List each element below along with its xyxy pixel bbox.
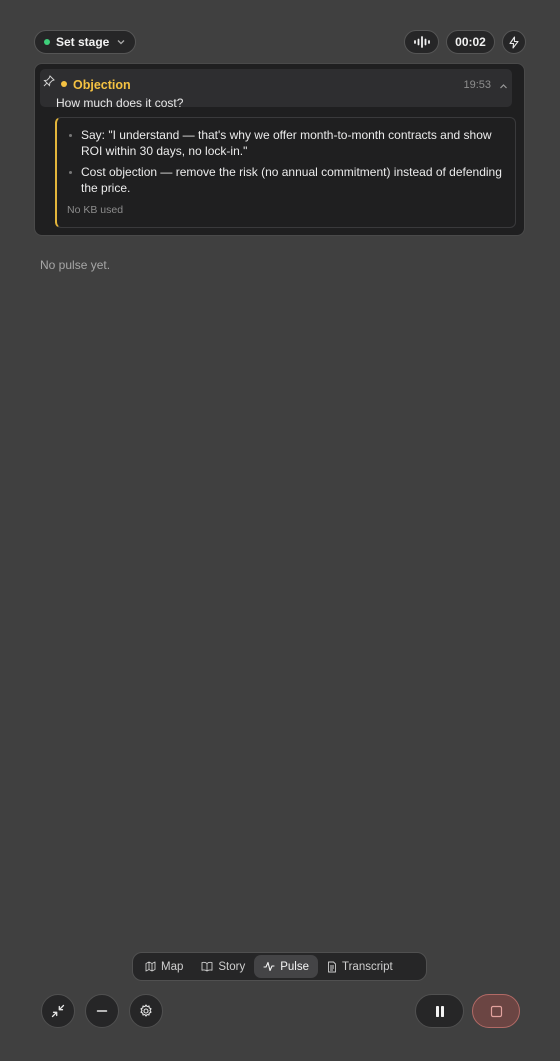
- suggested-response: Say: "I understand — that's why we offer…: [55, 117, 516, 228]
- pulse-icon: [263, 961, 275, 972]
- kb-note: No KB used: [67, 204, 124, 216]
- map-icon: [145, 961, 156, 972]
- pulse-empty-state: No pulse yet.: [40, 258, 111, 272]
- minimize-arrows-icon: [51, 1004, 65, 1018]
- tab-story[interactable]: Story: [192, 955, 254, 978]
- response-bullets: Say: "I understand — that's why we offer…: [57, 127, 509, 201]
- bolt-icon: [509, 35, 519, 49]
- objection-card-header[interactable]: Objection 19:53 How much does it cost?: [40, 69, 512, 110]
- objection-question: How much does it cost?: [56, 96, 184, 110]
- chevron-up-icon[interactable]: [499, 77, 508, 95]
- settings-button[interactable]: [129, 994, 163, 1028]
- objection-dot: [61, 81, 67, 87]
- gear-icon: [140, 1004, 152, 1017]
- chevron-down-icon: [117, 37, 125, 47]
- minus-icon: [96, 1010, 108, 1012]
- tab-story-label: Story: [218, 960, 246, 973]
- call-timer: 00:02: [446, 30, 495, 54]
- tab-pulse[interactable]: Pulse: [254, 955, 318, 978]
- view-tabs: Map Story Pulse Transcript: [132, 952, 427, 981]
- collapse-button[interactable]: [41, 994, 75, 1028]
- tab-transcript-label: Transcript: [342, 960, 393, 973]
- top-bar: Set stage 00:02: [34, 30, 526, 54]
- response-bullet: Say: "I understand — that's why we offer…: [57, 127, 509, 159]
- waveform-icon: [413, 36, 430, 48]
- objection-card: Objection 19:53 How much does it cost? S…: [34, 63, 525, 236]
- book-icon: [201, 961, 213, 972]
- pin-icon[interactable]: [43, 74, 55, 92]
- tab-pulse-label: Pulse: [280, 960, 309, 973]
- top-right-tools: 00:02: [404, 30, 526, 54]
- quick-action-button[interactable]: [502, 30, 526, 54]
- status-dot: [44, 39, 50, 45]
- objection-title: Objection: [73, 78, 131, 92]
- pause-button[interactable]: [415, 994, 464, 1028]
- pause-icon: [435, 1005, 444, 1017]
- tab-map[interactable]: Map: [136, 955, 192, 978]
- document-icon: [328, 961, 336, 972]
- response-bullet: Cost objection — remove the risk (no ann…: [57, 164, 509, 196]
- audio-wave-button[interactable]: [404, 30, 439, 54]
- stop-button[interactable]: [472, 994, 520, 1028]
- minimize-button[interactable]: [85, 994, 119, 1028]
- stop-icon: [490, 1005, 502, 1017]
- set-stage-label: Set stage: [56, 35, 110, 49]
- tab-transcript[interactable]: Transcript: [318, 955, 402, 978]
- window-controls: [41, 994, 163, 1028]
- timer-text: 00:02: [455, 35, 486, 49]
- objection-time: 19:53: [463, 79, 491, 91]
- tab-map-label: Map: [161, 960, 184, 973]
- set-stage-dropdown[interactable]: Set stage: [34, 30, 137, 54]
